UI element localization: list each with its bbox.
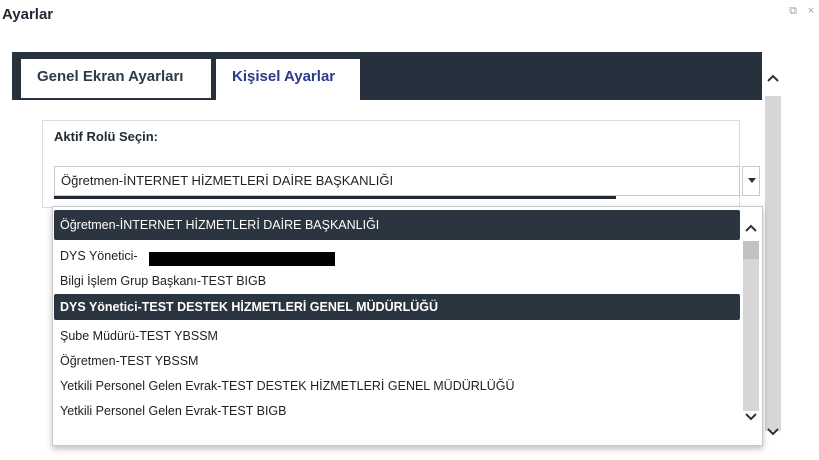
tab-general-screen-settings[interactable]: Genel Ekran Ayarları xyxy=(20,58,212,100)
scroll-down-icon[interactable] xyxy=(765,424,781,440)
dropdown-scroll-down-icon[interactable] xyxy=(743,410,759,426)
dropdown-option[interactable]: Yetkili Personel Gelen Evrak-TEST BIGB xyxy=(54,399,740,423)
dropdown-scroll-track[interactable] xyxy=(743,241,759,411)
select-focus-underline xyxy=(54,196,616,199)
role-select[interactable]: Öğretmen-İNTERNET HİZMETLERİ DAİRE BAŞKA… xyxy=(54,166,740,196)
redaction-box xyxy=(149,252,335,266)
role-dropdown-list[interactable]: Öğretmen-İNTERNET HİZMETLERİ DAİRE BAŞKA… xyxy=(52,206,763,446)
dropdown-option[interactable]: Şube Müdürü-TEST YBSSM xyxy=(54,324,740,348)
dropdown-option[interactable]: DYS Yönetici-TEST DESTEK HİZMETLERİ GENE… xyxy=(54,294,740,320)
popout-icon[interactable]: ⧉ xyxy=(786,4,800,18)
settings-window: Ayarlar ⧉ × Genel Ekran Ayarları Kişisel… xyxy=(0,0,819,460)
panel-scroll-track[interactable] xyxy=(765,96,781,431)
panel-scrollbar[interactable] xyxy=(762,52,782,446)
dropdown-scroll-thumb[interactable] xyxy=(743,241,759,259)
dropdown-option[interactable]: Bilgi İşlem Grup Başkanı-TEST BIGB xyxy=(54,269,740,293)
role-select-toggle[interactable] xyxy=(742,166,760,196)
close-icon[interactable]: × xyxy=(804,4,818,18)
dropdown-option[interactable]: Yetkili Personel Gelen Evrak-TEST DESTEK… xyxy=(54,374,740,398)
window-title: Ayarlar xyxy=(2,6,54,23)
dropdown-scroll-up-icon[interactable] xyxy=(743,221,759,237)
role-label: Aktif Rolü Seçin: xyxy=(54,129,159,144)
chevron-down-icon xyxy=(748,178,756,183)
dropdown-option[interactable]: Öğretmen-İNTERNET HİZMETLERİ DAİRE BAŞKA… xyxy=(54,210,740,240)
scroll-up-icon[interactable] xyxy=(765,70,781,86)
tab-personal-settings[interactable]: Kişisel Ayarlar xyxy=(215,58,361,100)
dropdown-option[interactable]: Öğretmen-TEST YBSSM xyxy=(54,349,740,373)
